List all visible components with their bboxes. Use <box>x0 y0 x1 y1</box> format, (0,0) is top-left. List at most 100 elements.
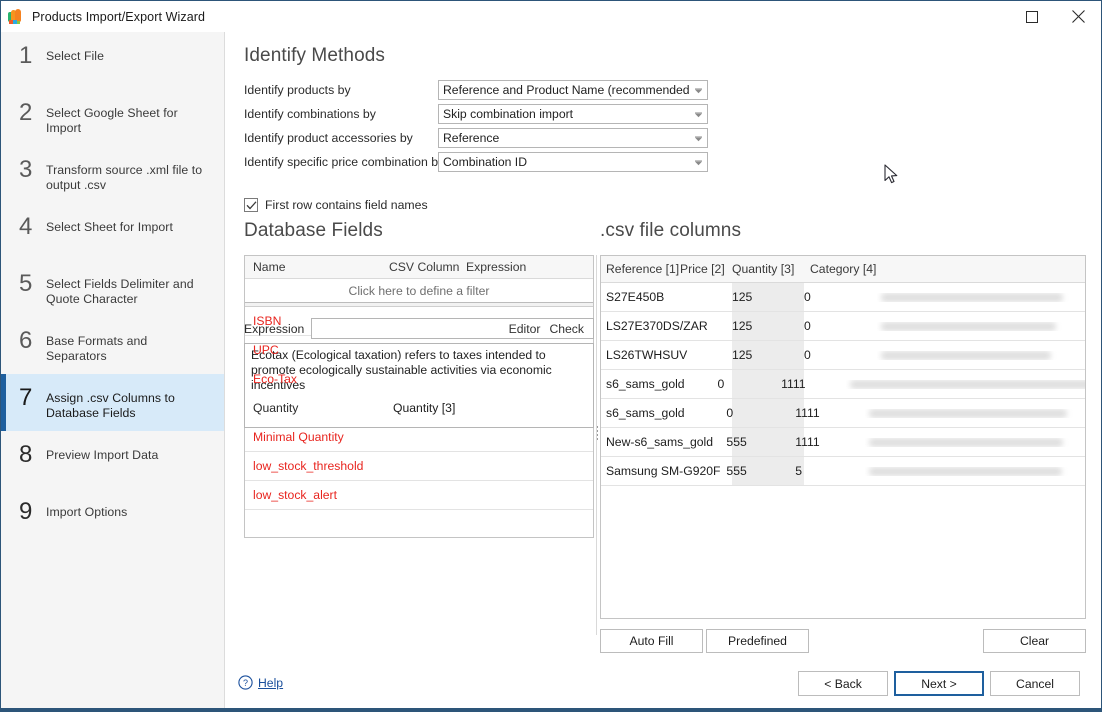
field-csv-column: Quantity [3] <box>393 401 456 415</box>
first-row-field-names-label: First row contains field names <box>265 198 428 212</box>
sidebar-step-4[interactable]: 4 Select Sheet for Import <box>1 203 224 260</box>
cell-price: 555 <box>726 464 747 478</box>
database-fields-heading: Database Fields <box>244 220 383 241</box>
sidebar-step-1[interactable]: 1 Select File <box>1 32 224 89</box>
identify-combinations-by-value: Skip combination import <box>443 107 574 121</box>
clear-button[interactable]: Clear <box>983 629 1086 653</box>
close-icon[interactable] <box>1055 1 1101 32</box>
cell-reference: Samsung SM-G920F <box>606 464 721 478</box>
table-row[interactable]: LS26TWHSUV 125 0 <box>601 341 1085 370</box>
cell-quantity: 0 <box>804 348 811 362</box>
checkbox-box <box>244 198 258 212</box>
chevron-down-icon <box>689 81 707 99</box>
table-row[interactable]: s6_sams_gold 0 1111 <box>601 370 1085 399</box>
col-csv-column[interactable]: CSV Column <box>389 260 462 274</box>
table-row[interactable]: S27E450B 125 0 <box>601 283 1085 312</box>
identify-products-by-value: Reference and Product Name (recommended) <box>443 83 689 97</box>
cell-category-redacted <box>865 408 1085 418</box>
wizard-steps-sidebar: 1 Select File 2 Select Google Sheet for … <box>1 32 225 711</box>
svg-text:?: ? <box>243 678 248 688</box>
cell-reference: S27E450B <box>606 290 665 304</box>
identify-accessories-by-select[interactable]: Reference <box>438 128 708 148</box>
next-button[interactable]: Next > <box>894 671 984 696</box>
identify-products-by-label: Identify products by <box>244 83 351 97</box>
sidebar-step-3[interactable]: 3 Transform source .xml file to output .… <box>1 146 224 203</box>
col-reference[interactable]: Reference [1] <box>601 262 680 276</box>
identify-methods-heading: Identify Methods <box>244 45 386 66</box>
first-row-field-names-checkbox[interactable]: First row contains field names <box>244 198 428 212</box>
cell-price: 125 <box>732 319 753 333</box>
identify-combinations-by-select[interactable]: Skip combination import <box>438 104 708 124</box>
table-row[interactable]: low_stock_alert <box>245 481 593 510</box>
col-quantity[interactable]: Quantity [3] <box>732 262 804 276</box>
field-name: UPC <box>253 343 279 357</box>
sidebar-step-6[interactable]: 6 Base Formats and Separators <box>1 317 224 374</box>
sidebar-step-5[interactable]: 5 Select Fields Delimiter and Quote Char… <box>1 260 224 317</box>
cell-price: 125 <box>732 348 753 362</box>
table-row[interactable]: LS27E370DS/ZAR 125 0 <box>601 312 1085 341</box>
predefined-button[interactable]: Predefined <box>706 629 809 653</box>
cell-quantity: 1111 <box>781 377 806 391</box>
sidebar-step-2[interactable]: 2 Select Google Sheet for Import <box>1 89 224 146</box>
table-row[interactable]: New-s6_sams_gold 555 1111 <box>601 428 1085 457</box>
expression-editor-link[interactable]: Editor <box>509 322 541 336</box>
cell-category-redacted <box>865 437 1085 447</box>
cell-price: 0 <box>726 406 734 420</box>
table-row-empty[interactable] <box>245 510 593 537</box>
csv-columns-header: Reference [1] Price [2] Quantity [3] Cat… <box>601 256 1085 283</box>
filter-row[interactable]: Click here to define a filter <box>245 279 593 303</box>
cell-category-redacted <box>865 466 1085 476</box>
step-label: Select Google Sheet for Import <box>46 106 178 135</box>
sidebar-step-8[interactable]: 8 Preview Import Data <box>1 431 224 488</box>
sidebar-step-7[interactable]: 7 Assign .csv Columns to Database Fields <box>1 374 224 431</box>
step-number: 1 <box>19 42 33 69</box>
step-label: Import Options <box>46 505 128 519</box>
field-name: Eco-Tax <box>253 372 298 386</box>
maximize-icon[interactable] <box>1009 1 1055 32</box>
chevron-down-icon <box>689 153 707 171</box>
cell-quantity: 0 <box>804 290 811 304</box>
csv-file-columns-heading: .csv file columns <box>600 220 742 241</box>
back-button[interactable]: < Back <box>798 671 888 696</box>
table-row[interactable]: low_stock_threshold <box>245 452 593 481</box>
cell-reference: s6_sams_gold <box>606 377 685 391</box>
window-bottom-accent <box>1 708 1101 711</box>
table-row[interactable]: s6_sams_gold 0 1111 <box>601 399 1085 428</box>
chevron-down-icon <box>689 105 707 123</box>
cell-price: 0 <box>717 377 725 391</box>
col-category[interactable]: Category [4] <box>804 262 924 276</box>
identify-specific-price-label: Identify specific price combination by <box>244 155 445 169</box>
help-link[interactable]: ? Help <box>238 675 283 690</box>
chevron-down-icon <box>689 129 707 147</box>
step-number: 9 <box>19 498 33 525</box>
step-label: Assign .csv Columns to Database Fields <box>46 391 175 420</box>
col-name[interactable]: Name <box>245 260 389 274</box>
identify-specific-price-value: Combination ID <box>443 155 527 169</box>
field-name: Quantity <box>253 401 299 415</box>
step-label: Transform source .xml file to output .cs… <box>46 163 203 192</box>
identify-accessories-by-value: Reference <box>443 131 500 145</box>
step-number: 6 <box>19 327 33 354</box>
col-expression[interactable]: Expression <box>462 260 572 274</box>
identify-specific-price-select[interactable]: Combination ID <box>438 152 708 172</box>
cell-price: 125 <box>732 290 753 304</box>
cancel-button[interactable]: Cancel <box>990 671 1080 696</box>
auto-fill-button[interactable]: Auto Fill <box>600 629 703 653</box>
main-content: Identify Methods Identify products by Re… <box>226 32 1101 711</box>
step-number: 4 <box>19 213 33 240</box>
field-name: low_stock_threshold <box>253 459 364 473</box>
help-label: Help <box>258 675 284 690</box>
app-butterfly-icon <box>8 8 24 25</box>
title-bar: Products Import/Export Wizard <box>1 1 1101 32</box>
panel-divider <box>596 255 597 635</box>
table-row[interactable]: Samsung SM-G920F 555 5 <box>601 457 1085 486</box>
identify-products-by-select[interactable]: Reference and Product Name (recommended) <box>438 80 708 100</box>
csv-columns-grid[interactable]: Reference [1] Price [2] Quantity [3] Cat… <box>600 255 1086 619</box>
cell-price: 555 <box>726 435 747 449</box>
col-price[interactable]: Price [2] <box>680 262 732 276</box>
cell-quantity: 0 <box>804 319 811 333</box>
sidebar-step-9[interactable]: 9 Import Options <box>1 488 224 545</box>
expression-check-link[interactable]: Check <box>549 322 584 336</box>
step-label: Base Formats and Separators <box>46 334 148 363</box>
cell-quantity: 1111 <box>795 406 820 420</box>
